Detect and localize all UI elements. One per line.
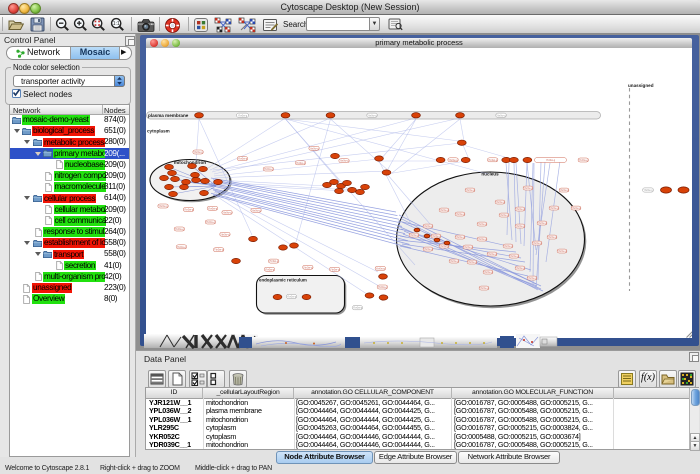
svg-text:Ybr0w-g: Ybr0w-g xyxy=(499,214,509,217)
svg-text:1:1: 1:1 xyxy=(113,21,120,27)
svg-text:Ybr0w-g: Ybr0w-g xyxy=(509,255,519,258)
svg-text:Ybr0w-g: Ybr0w-g xyxy=(175,228,185,231)
svg-text:Ybr0w-g: Ybr0w-g xyxy=(431,235,441,238)
svg-text:Ybr0w-g: Ybr0w-g xyxy=(206,221,216,224)
svg-text:Ybr0w-g: Ybr0w-g xyxy=(465,189,475,192)
svg-text:Ybr0w-g: Ybr0w-g xyxy=(455,213,465,216)
svg-text:Ybr0w-g: Ybr0w-g xyxy=(367,114,377,117)
svg-text:Ybr0w-g: Ybr0w-g xyxy=(376,267,386,270)
svg-text:Ybr0w-g: Ybr0w-g xyxy=(523,187,533,190)
svg-text:Ybr0w-g: Ybr0w-g xyxy=(515,208,525,211)
svg-text:Ybr0w-g: Ybr0w-g xyxy=(214,249,224,252)
svg-text:Ybr0w-g: Ybr0w-g xyxy=(439,245,449,248)
svg-text:Ybr0w-g: Ybr0w-g xyxy=(515,267,525,270)
svg-text:Ybr0w-g: Ybr0w-g xyxy=(423,248,433,251)
svg-text:Ybr0w-g: Ybr0w-g xyxy=(265,268,275,271)
svg-text:Ybr0w-g: Ybr0w-g xyxy=(496,114,506,117)
svg-text:unassigned: unassigned xyxy=(628,83,654,88)
svg-text:Ybr0w-g: Ybr0w-g xyxy=(488,159,498,162)
svg-text:Ybr0w-g: Ybr0w-g xyxy=(439,209,449,212)
svg-text:Ybr0w-g: Ybr0w-g xyxy=(184,209,194,212)
svg-text:Ybr0w-g: Ybr0w-g xyxy=(537,222,547,225)
svg-text:Ybr0w-g: Ybr0w-g xyxy=(296,162,306,165)
svg-text:Ybr0w-g: Ybr0w-g xyxy=(353,307,363,310)
svg-text:Ybr0w-g: Ybr0w-g xyxy=(477,223,487,226)
svg-text:Ybr0w-g: Ybr0w-g xyxy=(330,268,340,271)
svg-text:Ybr0w-g: Ybr0w-g xyxy=(503,245,513,248)
svg-text:Ybr0w-g: Ybr0w-g xyxy=(527,277,537,280)
svg-text:Ybr0w-g: Ybr0w-g xyxy=(559,189,569,192)
svg-text:Ybr0w-g: Ybr0w-g xyxy=(487,253,497,256)
svg-text:Ybr0w-g: Ybr0w-g xyxy=(303,266,313,269)
svg-text:Ybr0w-g: Ybr0w-g xyxy=(264,168,274,171)
svg-text:Ybr0w-g: Ybr0w-g xyxy=(208,207,218,210)
svg-text:Ybr0w-g: Ybr0w-g xyxy=(532,242,542,245)
svg-text:Ybr0w-g: Ybr0w-g xyxy=(449,260,459,263)
svg-text:Ybr0w-g: Ybr0w-g xyxy=(222,212,232,215)
svg-text:Ybr0w-g: Ybr0w-g xyxy=(477,238,487,241)
svg-text:Ybr0w-g: Ybr0w-g xyxy=(643,189,653,192)
svg-text:Ybr0w-g: Ybr0w-g xyxy=(479,287,489,290)
svg-text:Ybr0w-g: Ybr0w-g xyxy=(549,207,559,210)
svg-text:Ybr0w-g: Ybr0w-g xyxy=(158,205,168,208)
svg-text:nucleus: nucleus xyxy=(481,171,499,176)
svg-text:Ybr0w-g: Ybr0w-g xyxy=(515,225,525,228)
svg-text:Ybr0w-g: Ybr0w-g xyxy=(547,236,557,239)
svg-text:Ybr0w-g: Ybr0w-g xyxy=(378,286,388,289)
svg-text:Ybr0w-g: Ybr0w-g xyxy=(571,207,581,210)
svg-text:Ybr0w-g: Ybr0w-g xyxy=(220,233,230,236)
svg-text:Ybr0w-g: Ybr0w-g xyxy=(251,209,261,212)
svg-text:Ybr0w-g: Ybr0w-g xyxy=(467,261,477,264)
svg-text:plasma membrane: plasma membrane xyxy=(148,113,189,118)
svg-text:Ybr0w-g: Ybr0w-g xyxy=(448,159,458,162)
svg-text:Ybr0w-g: Ybr0w-g xyxy=(238,114,248,117)
svg-text:Ybr0w-g: Ybr0w-g xyxy=(483,271,493,274)
svg-text:Ybr0w-g: Ybr0w-g xyxy=(463,246,473,249)
svg-text:Ybr0w-g: Ybr0w-g xyxy=(409,234,419,237)
svg-text:Ybr0w-g: Ybr0w-g xyxy=(309,147,319,150)
svg-text:Ybr0w-g: Ybr0w-g xyxy=(546,159,556,162)
svg-text:endoplasmic reticulum: endoplasmic reticulum xyxy=(259,277,307,282)
svg-text:Ybr0w-g: Ybr0w-g xyxy=(455,236,465,239)
svg-text:Ybr0w-g: Ybr0w-g xyxy=(423,225,433,228)
svg-text:cytoplasm: cytoplasm xyxy=(147,128,170,133)
svg-text:Ybr0w-g: Ybr0w-g xyxy=(177,246,187,249)
svg-text:Ybr0w-g: Ybr0w-g xyxy=(287,296,297,299)
svg-text:Ybr0w-g: Ybr0w-g xyxy=(193,151,203,154)
svg-text:Ybr0w-g: Ybr0w-g xyxy=(269,260,279,263)
svg-text:Ybr0w-g: Ybr0w-g xyxy=(339,160,349,163)
svg-text:Ybr0w-g: Ybr0w-g xyxy=(579,159,589,162)
svg-text:Ybr0w-g: Ybr0w-g xyxy=(238,158,248,161)
svg-text:Ybr0w-g: Ybr0w-g xyxy=(557,250,567,253)
svg-text:Ybr0w-g: Ybr0w-g xyxy=(495,201,505,204)
